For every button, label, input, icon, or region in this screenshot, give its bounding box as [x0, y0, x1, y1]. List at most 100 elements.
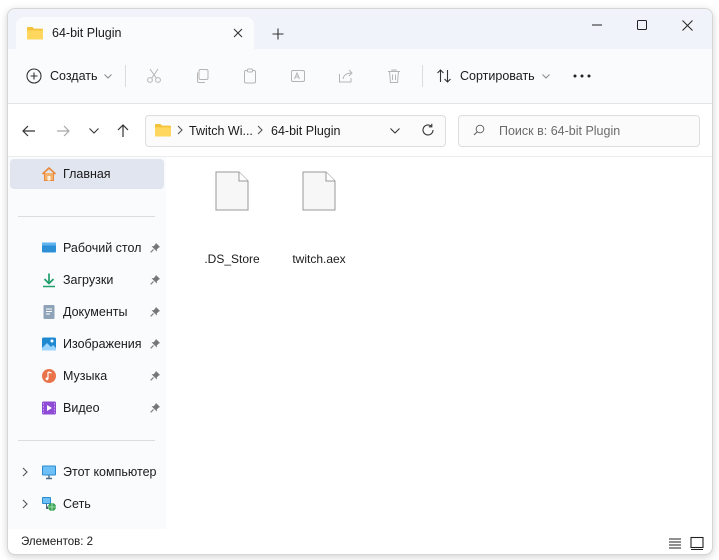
chevron-right-icon — [177, 125, 183, 135]
up-button[interactable] — [109, 117, 137, 145]
home-icon — [41, 167, 57, 181]
explorer-window: 64-bit Plugin Создать Сортировать Twitch… — [7, 8, 713, 555]
breadcrumb-current[interactable]: 64-bit Plugin — [271, 124, 341, 138]
new-tab-button[interactable] — [266, 22, 290, 46]
sidebar-item-label: Изображения — [63, 337, 142, 351]
cut-icon — [147, 68, 161, 83]
sidebar-item-video[interactable]: Видео — [10, 393, 164, 423]
sidebar-item-this-pc[interactable]: Этот компьютер — [10, 457, 164, 487]
sidebar-item-label: Видео — [63, 401, 100, 415]
minimize-button[interactable] — [574, 11, 620, 39]
new-button[interactable]: Создать — [26, 61, 112, 91]
sidebar-item-network[interactable]: Сеть — [10, 489, 164, 519]
pin-icon[interactable] — [150, 274, 161, 285]
delete-button[interactable] — [386, 61, 402, 91]
folder-icon — [27, 27, 43, 40]
sort-button[interactable]: Сортировать — [436, 61, 550, 91]
sidebar-item-documents[interactable]: Документы — [10, 297, 164, 327]
sidebar-item-label: Этот компьютер — [63, 465, 157, 479]
file-item[interactable]: .DS_Store — [195, 169, 269, 266]
chevron-right-icon[interactable] — [22, 499, 28, 509]
arrow-up-icon — [117, 124, 129, 137]
chevron-right-icon — [257, 125, 263, 135]
chevron-down-icon — [103, 73, 112, 79]
item-count: Элементов: 2 — [21, 536, 94, 548]
toolbar-divider — [125, 65, 126, 87]
file-item[interactable]: twitch.aex — [282, 169, 356, 266]
sidebar-item-label: Загрузки — [63, 273, 114, 287]
sidebar-item-label: Музыка — [63, 369, 108, 383]
pictures-icon — [42, 337, 56, 351]
plus-circle-icon — [26, 68, 42, 84]
sidebar-item-label: Главная — [63, 167, 111, 181]
title-bar: 64-bit Plugin — [8, 9, 712, 49]
maximize-button[interactable] — [619, 11, 665, 39]
copy-button[interactable] — [194, 61, 210, 91]
status-bar: Элементов: 2 — [8, 531, 712, 554]
chevron-down-icon — [89, 128, 99, 134]
forward-button[interactable] — [49, 117, 77, 145]
pin-icon[interactable] — [150, 338, 161, 349]
sidebar-item-label: Сеть — [63, 497, 91, 511]
close-icon — [233, 28, 243, 38]
navigation-pane: Главная Рабочий стол Загрузки Документы … — [8, 157, 166, 529]
trash-icon — [388, 69, 400, 83]
paste-icon — [244, 68, 256, 84]
search-placeholder: Поиск в: 64-bit Plugin — [499, 124, 621, 138]
share-icon — [339, 69, 353, 83]
more-icon — [573, 74, 591, 78]
file-icon — [215, 171, 249, 211]
arrow-left-icon — [22, 125, 35, 137]
tab-current[interactable]: 64-bit Plugin — [16, 17, 254, 49]
sort-icon — [437, 69, 451, 83]
minimize-icon — [592, 24, 602, 26]
details-view-icon[interactable] — [667, 535, 683, 551]
download-icon — [43, 273, 55, 288]
close-window-button[interactable] — [664, 11, 710, 39]
file-name: .DS_Store — [204, 252, 260, 266]
search-box[interactable]: Поиск в: 64-bit Plugin — [458, 115, 700, 147]
new-button-label: Создать — [50, 69, 98, 83]
sidebar-divider — [18, 216, 155, 217]
cut-button[interactable] — [146, 61, 162, 91]
tab-close-button[interactable] — [226, 21, 250, 45]
sidebar-item-desktop[interactable]: Рабочий стол — [10, 233, 164, 263]
pin-icon[interactable] — [150, 402, 161, 413]
address-bar[interactable]: Twitch Wi... 64-bit Plugin — [145, 115, 446, 147]
search-icon — [473, 124, 485, 136]
plus-icon — [272, 28, 284, 40]
paste-button[interactable] — [242, 61, 258, 91]
pin-icon[interactable] — [150, 306, 161, 317]
sidebar-item-pictures[interactable]: Изображения — [10, 329, 164, 359]
command-bar: Создать Сортировать — [8, 49, 712, 104]
chevron-down-icon[interactable] — [390, 128, 400, 134]
pin-icon[interactable] — [150, 242, 161, 253]
pin-icon[interactable] — [150, 370, 161, 381]
computer-icon — [42, 465, 56, 480]
tiles-view-icon[interactable] — [689, 535, 705, 551]
back-button[interactable] — [15, 117, 43, 145]
refresh-icon[interactable] — [421, 123, 435, 137]
network-icon — [42, 497, 56, 511]
recent-locations-button[interactable] — [80, 117, 108, 145]
sidebar-item-music[interactable]: Музыка — [10, 361, 164, 391]
chevron-right-icon[interactable] — [22, 467, 28, 477]
sidebar-item-label: Рабочий стол — [63, 241, 142, 255]
more-options-button[interactable] — [573, 61, 591, 91]
sidebar-item-home[interactable]: Главная — [10, 159, 164, 189]
rename-button[interactable] — [290, 61, 306, 91]
sidebar-divider — [18, 440, 155, 441]
sidebar-item-downloads[interactable]: Загрузки — [10, 265, 164, 295]
sidebar-item-label: Документы — [63, 305, 128, 319]
tab-title: 64-bit Plugin — [52, 26, 122, 40]
sort-button-label: Сортировать — [460, 69, 535, 83]
documents-icon — [43, 305, 55, 319]
navigation-bar: Twitch Wi... 64-bit Plugin Поиск в: 64-b… — [8, 104, 712, 157]
share-button[interactable] — [338, 61, 354, 91]
maximize-icon — [637, 20, 647, 30]
video-icon — [42, 401, 56, 415]
folder-icon — [155, 124, 171, 137]
file-list: .DS_Store twitch.aex — [166, 157, 712, 529]
chevron-down-icon — [541, 73, 550, 79]
breadcrumb-parent[interactable]: Twitch Wi... — [189, 124, 253, 138]
